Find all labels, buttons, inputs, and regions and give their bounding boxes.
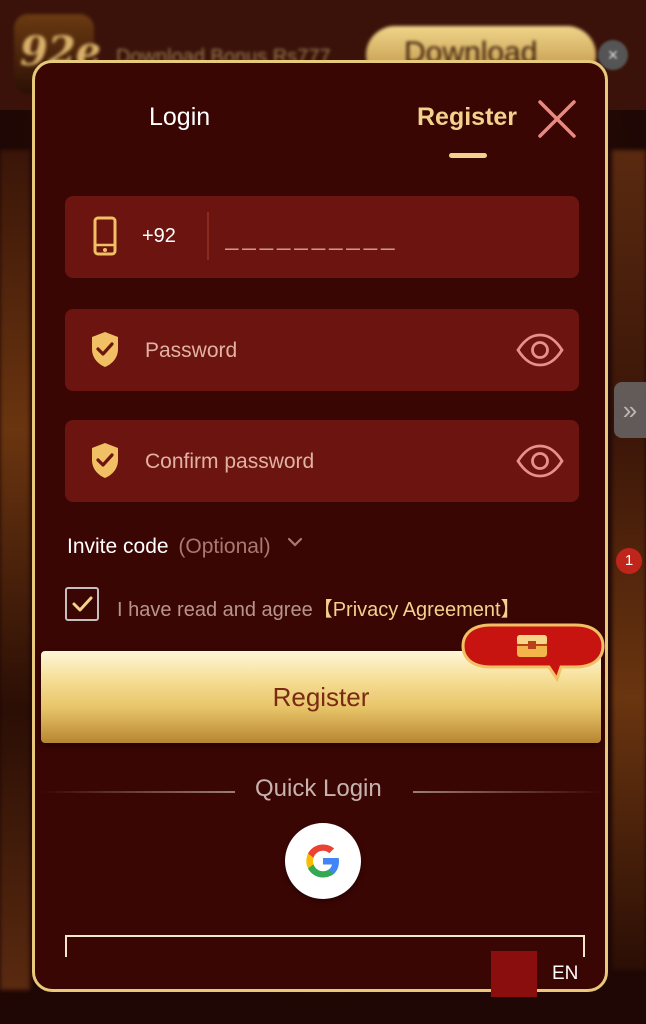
phone-icon xyxy=(93,216,117,256)
agreement-checkbox[interactable] xyxy=(65,587,99,621)
password-input[interactable] xyxy=(143,331,487,371)
divider-line-right xyxy=(413,791,603,793)
tab-login[interactable]: Login xyxy=(149,103,210,132)
divider-line-left xyxy=(41,791,235,793)
google-icon xyxy=(306,844,339,878)
chevron-down-icon xyxy=(288,537,303,547)
checkmark-icon xyxy=(72,596,93,612)
invite-code-label: Invite code xyxy=(67,535,169,558)
password-field xyxy=(65,309,579,391)
invite-code-optional: (Optional) xyxy=(178,535,271,558)
close-icon[interactable] xyxy=(535,97,579,141)
google-login-button[interactable] xyxy=(285,823,361,899)
agreement-text: I have read and agree【Privacy Agreement】 xyxy=(117,593,521,622)
side-expand-arrow-icon[interactable]: » xyxy=(614,382,646,438)
phone-divider xyxy=(207,212,209,260)
phone-field: +92 xyxy=(65,196,579,278)
phone-input[interactable] xyxy=(223,218,557,258)
shield-check-icon xyxy=(92,332,118,367)
country-code[interactable]: +92 xyxy=(142,225,176,248)
background-left-panel xyxy=(0,150,30,990)
language-flag[interactable] xyxy=(491,951,537,997)
confirm-password-input[interactable] xyxy=(143,442,487,482)
quick-login-divider: Quick Login xyxy=(35,775,605,805)
register-modal: Login Register +92 __________ Invite cod… xyxy=(32,60,608,997)
active-tab-indicator xyxy=(449,153,487,158)
tab-register[interactable]: Register xyxy=(417,103,517,132)
gift-chest-icon[interactable] xyxy=(461,621,605,683)
confirm-password-field xyxy=(65,420,579,502)
agreement-label: I have read and agree xyxy=(117,599,313,621)
quick-login-label: Quick Login xyxy=(255,775,382,802)
language-label[interactable]: EN xyxy=(552,963,578,985)
shield-check-icon xyxy=(92,443,118,478)
privacy-agreement-link[interactable]: 【Privacy Agreement】 xyxy=(313,599,521,621)
invite-code-toggle[interactable]: Invite code (Optional) xyxy=(67,535,304,559)
notification-badge: 1 xyxy=(616,548,642,574)
eye-icon[interactable] xyxy=(515,331,565,369)
eye-icon[interactable] xyxy=(515,442,565,480)
